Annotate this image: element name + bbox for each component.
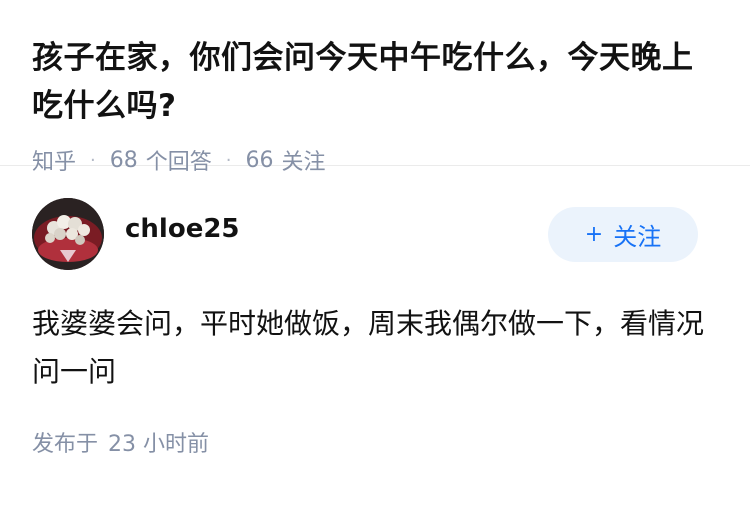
follow-button[interactable]: + 关注: [548, 207, 698, 262]
plus-icon: +: [584, 222, 604, 247]
question-title[interactable]: 孩子在家，你们会问今天中午吃什么，今天晚上吃什么吗?: [32, 34, 718, 130]
avatar[interactable]: [32, 198, 104, 270]
avatar-image: [32, 198, 104, 270]
answer-content[interactable]: 我婆婆会问，平时她做饭，周末我偶尔做一下，看情况问一问: [32, 300, 712, 396]
published-label: 发布于: [32, 432, 99, 457]
answer-card: chloe25 + 关注 我婆婆会问，平时她做饭，周末我偶尔做一下，看情况问一问…: [0, 166, 750, 458]
author-name[interactable]: chloe25: [125, 214, 240, 244]
follow-button-label: 关注: [613, 223, 662, 251]
published-time: 23 小时前: [108, 432, 210, 457]
answer-footer: 发布于 23 小时前: [32, 426, 718, 458]
question-header: 孩子在家，你们会问今天中午吃什么，今天晚上吃什么吗? 知乎 · 68 个回答 ·…: [0, 0, 750, 175]
